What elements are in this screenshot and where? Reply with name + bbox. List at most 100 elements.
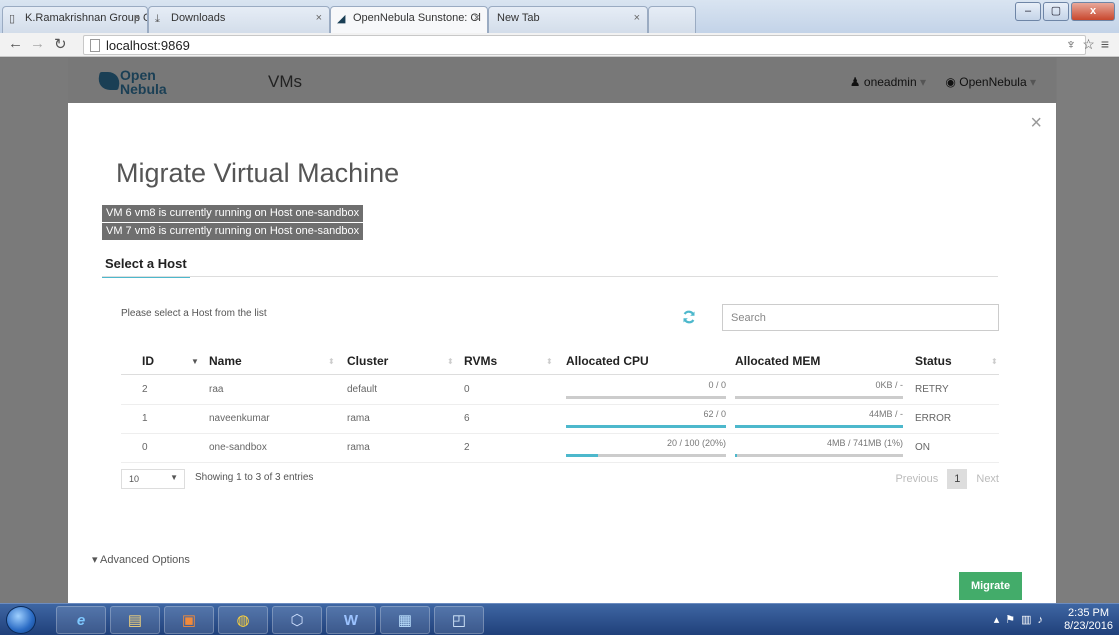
tab-select-host[interactable]: Select a Host: [102, 256, 190, 278]
mem-bar: 0KB / -: [735, 380, 903, 402]
browser-tab-sunstone[interactable]: ◢ OpenNebula Sunstone: Cl ×: [330, 6, 488, 33]
logo-mark-icon: [96, 72, 122, 90]
maximize-button[interactable]: ▢: [1043, 2, 1069, 21]
table-footer: 10 ▼ Showing 1 to 3 of 3 entries Previou…: [121, 469, 999, 489]
back-icon[interactable]: ←: [8, 35, 23, 52]
cpu-bar: 0 / 0: [566, 380, 726, 402]
host-cluster: rama: [347, 442, 370, 453]
clock-time: 2:35 PM: [1068, 607, 1110, 619]
bookmark-star-icon[interactable]: ☆: [1082, 36, 1101, 52]
advanced-options-toggle[interactable]: ▾ Advanced Options: [92, 553, 190, 566]
user-menu[interactable]: ♟ oneadmin ▾: [850, 75, 926, 89]
browser-tab-kramakrishnan[interactable]: ▯ K.Ramakrishnan Group Of ×: [2, 6, 148, 33]
app-icon[interactable]: ◰: [434, 606, 484, 634]
column-header-rvms[interactable]: RVMs: [464, 354, 497, 368]
dialog-title: Migrate Virtual Machine: [116, 158, 400, 188]
address-bar[interactable]: localhost:9869: [83, 35, 1086, 55]
sort-icon: ⬍: [546, 357, 553, 366]
column-header-name[interactable]: Name: [209, 354, 242, 368]
clock[interactable]: 2:35 PM 8/23/2016: [1064, 607, 1113, 633]
minimize-button[interactable]: –: [1015, 2, 1041, 21]
system-tray: ▴⚑▥♪: [994, 613, 1049, 626]
ie-icon[interactable]: e: [56, 606, 106, 634]
close-icon[interactable]: ×: [634, 12, 640, 24]
opennebula-icon: ◢: [337, 13, 346, 25]
cpu-value: 0 / 0: [708, 380, 726, 390]
browser-tab-downloads[interactable]: ⤓ Downloads ×: [148, 6, 330, 33]
host-rvms: 2: [464, 442, 470, 453]
word-icon[interactable]: W: [326, 606, 376, 634]
clock-date: 8/23/2016: [1064, 620, 1113, 632]
close-icon[interactable]: ×: [316, 12, 322, 24]
cpu-bar: 20 / 100 (20%): [566, 438, 726, 460]
entries-info: Showing 1 to 3 of 3 entries: [195, 472, 314, 483]
extension-icon[interactable]: ♆: [1066, 36, 1083, 52]
control-panel-icon[interactable]: ▦: [380, 606, 430, 634]
reload-icon[interactable]: ↻: [54, 35, 67, 53]
forward-icon[interactable]: →: [30, 35, 45, 52]
user-name: oneadmin: [863, 75, 917, 89]
cpu-bar-fill: [566, 454, 598, 457]
column-header-cpu[interactable]: Allocated CPU: [566, 354, 649, 368]
zone-menu[interactable]: ◉ OpenNebula ▾: [945, 75, 1036, 89]
host-id: 1: [142, 413, 148, 424]
host-cluster: rama: [347, 413, 370, 424]
host-id: 2: [142, 384, 148, 395]
page-icon: [90, 39, 100, 52]
pager-next[interactable]: Next: [976, 473, 999, 485]
refresh-icon[interactable]: [682, 310, 696, 324]
mem-bar: 44MB / -: [735, 409, 903, 431]
new-tab-button[interactable]: [648, 6, 696, 33]
cpu-value: 62 / 0: [703, 409, 726, 419]
tab-title: K.Ramakrishnan Group Of: [25, 12, 148, 24]
chevron-up-icon[interactable]: ▴: [994, 614, 1006, 626]
column-header-cluster[interactable]: Cluster: [347, 354, 388, 368]
host-id: 0: [142, 442, 148, 453]
table-row[interactable]: 0 one-sandbox rama 2 20 / 100 (20%) 4MB …: [121, 434, 999, 463]
table-row[interactable]: 1 naveenkumar rama 6 62 / 0 44MB / - ERR…: [121, 405, 999, 434]
chevron-down-icon: ▾: [1029, 75, 1036, 89]
close-icon[interactable]: ×: [1030, 113, 1042, 133]
flag-icon[interactable]: ⚑: [1005, 614, 1021, 626]
chevron-down-icon: ▾: [919, 75, 926, 89]
logo-line2: Nebula: [120, 81, 167, 97]
chevron-down-icon: ▾: [92, 554, 98, 566]
menu-icon[interactable]: ≡: [1101, 36, 1115, 52]
pager-page-1[interactable]: 1: [947, 469, 968, 489]
close-icon[interactable]: ×: [474, 12, 480, 24]
column-header-mem[interactable]: Allocated MEM: [735, 354, 820, 368]
tab-title: New Tab: [497, 12, 540, 24]
mem-bar-fill: [735, 454, 737, 457]
instruction-text: Please select a Host from the list: [121, 308, 267, 319]
browser-tab-newtab[interactable]: New Tab ×: [488, 6, 648, 33]
volume-icon[interactable]: ♪: [1038, 614, 1050, 626]
column-header-id[interactable]: ID: [142, 354, 154, 368]
taskbar: e ▤ ▣ ◍ ⬡ W ▦ ◰ ▴⚑▥♪ 2:35 PM 8/23/2016: [0, 603, 1119, 635]
host-cluster: default: [347, 384, 378, 395]
close-icon[interactable]: ×: [134, 12, 140, 24]
chevron-down-icon: ▼: [170, 473, 178, 482]
mem-bar: 4MB / 741MB (1%): [735, 438, 903, 460]
mem-value: 44MB / -: [868, 409, 903, 419]
table-row[interactable]: 2 raa default 0 0 / 0 0KB / - RETRY: [121, 376, 999, 405]
mem-value: 4MB / 741MB (1%): [826, 438, 903, 448]
migrate-dialog: × Migrate Virtual Machine VM 6 vm8 is cu…: [68, 103, 1056, 603]
column-header-status[interactable]: Status: [915, 354, 952, 368]
pager-previous[interactable]: Previous: [895, 473, 938, 485]
network-icon[interactable]: ▥: [1021, 614, 1037, 626]
page-length-select[interactable]: 10 ▼: [121, 469, 185, 489]
cpu-value: 20 / 100 (20%): [666, 438, 726, 448]
chrome-icon[interactable]: ◍: [218, 606, 268, 634]
opennebula-logo[interactable]: Open Nebula: [96, 68, 178, 98]
search-input[interactable]: Search: [722, 304, 999, 331]
host-name: naveenkumar: [209, 413, 270, 424]
media-player-icon[interactable]: ▣: [164, 606, 214, 634]
host-status: ON: [915, 442, 930, 453]
close-window-button[interactable]: x: [1071, 2, 1115, 21]
migrate-button[interactable]: Migrate: [959, 572, 1022, 600]
host-status: ERROR: [915, 413, 952, 424]
explorer-icon[interactable]: ▤: [110, 606, 160, 634]
start-button[interactable]: [6, 606, 36, 634]
toolbar-icons: ♆☆≡: [1066, 36, 1115, 53]
virtualbox-icon[interactable]: ⬡: [272, 606, 322, 634]
